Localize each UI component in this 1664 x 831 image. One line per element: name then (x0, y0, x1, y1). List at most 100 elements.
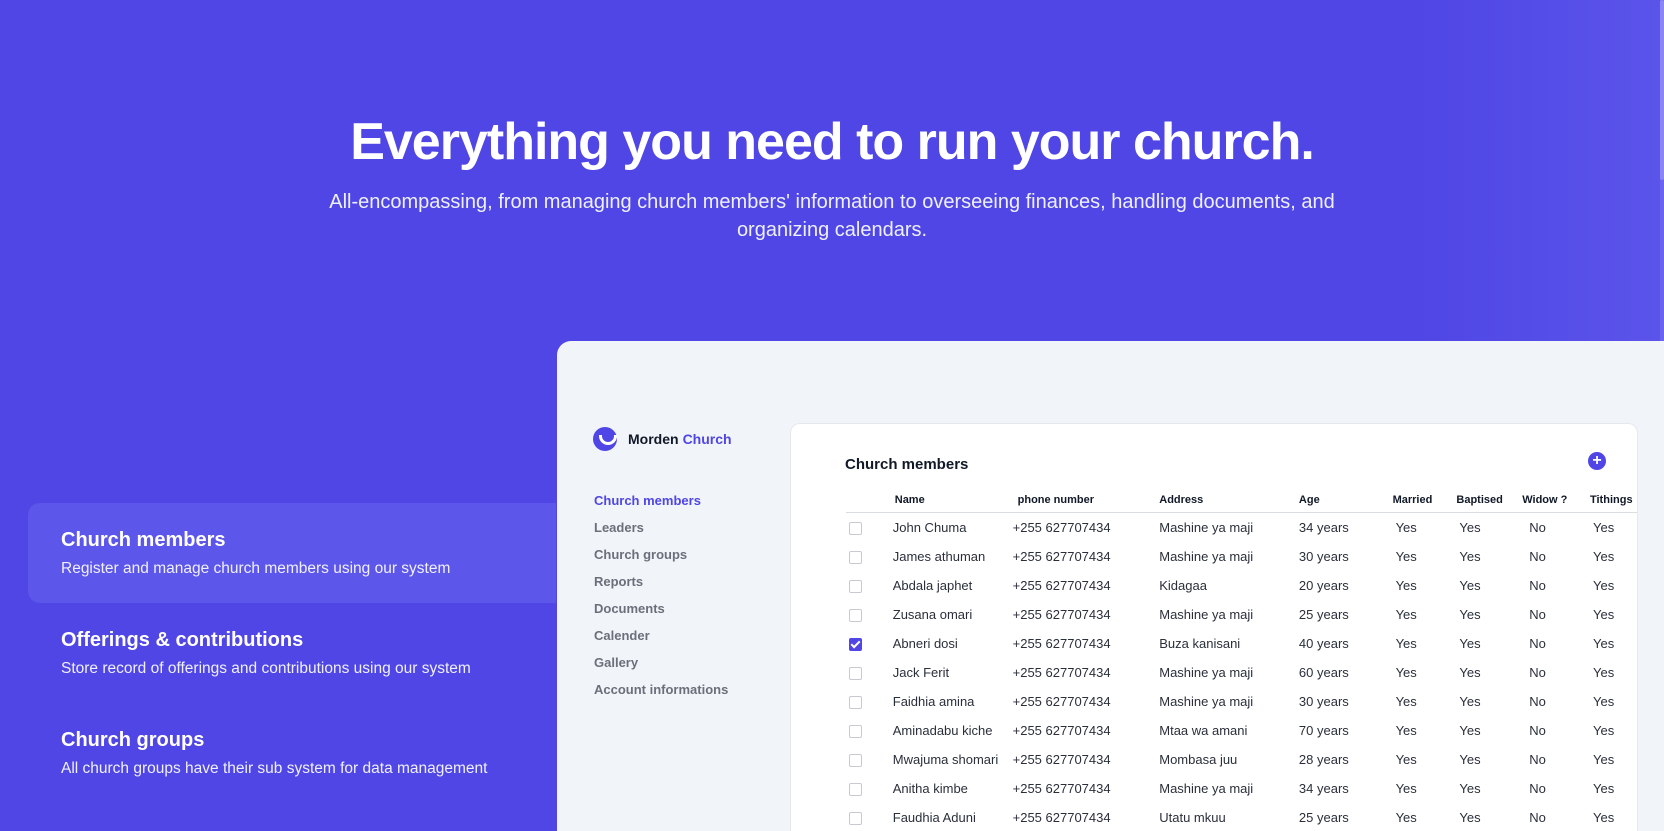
header-age[interactable]: Age (1294, 488, 1393, 513)
table-row[interactable]: Mwajuma shomari +255 627707434 Mombasa juu… (846, 745, 1637, 774)
logo-text: Morden Church (628, 431, 732, 447)
cell-address: Mombasa juu (1159, 752, 1238, 767)
hero-title: Everything you need to run your church. (350, 113, 1315, 171)
cell-baptised: Yes (1459, 752, 1481, 767)
card-title: Church members (845, 456, 969, 473)
sidebar-item-leaders[interactable]: Leaders (594, 520, 728, 547)
cell-age: 34 years (1298, 781, 1349, 796)
church-logo-icon (593, 427, 617, 451)
sidebar-item-church-members[interactable]: Church members (594, 493, 728, 520)
sidebar-item-reports[interactable]: Reports (594, 574, 728, 601)
cell-select (846, 716, 893, 745)
cell-phone: +255 627707434 (1012, 810, 1111, 825)
sidebar-item-calender[interactable]: Calender (594, 628, 728, 655)
cell-name: James athuman (892, 549, 986, 564)
cell-tithings: Yes (1592, 549, 1615, 564)
feature-church-groups[interactable]: Church groups All church groups have the… (28, 703, 556, 803)
app-logo[interactable]: Morden Church (593, 427, 732, 451)
feature-description: Store record of offerings and contributi… (61, 660, 471, 677)
feature-title: Church groups (61, 729, 205, 751)
cell-widow: No (1529, 723, 1546, 738)
table-row[interactable]: Faudhia Aduni +255 627707434 Utatu mkuu 25 … (846, 803, 1637, 831)
feature-title: Church members (61, 529, 226, 551)
header-select (846, 488, 893, 513)
cell-married: Yes (1395, 549, 1417, 564)
row-checkbox[interactable] (849, 580, 862, 594)
cell-tithings: Yes (1592, 578, 1615, 593)
cell-name: Faidhia amina (892, 694, 975, 709)
feature-description: Register and manage church members using… (61, 560, 451, 577)
cell-age: 25 years (1298, 607, 1349, 622)
row-checkbox[interactable] (849, 783, 862, 797)
row-checkbox[interactable] (849, 609, 862, 623)
cell-phone: +255 627707434 (1012, 549, 1111, 564)
cell-phone: +255 627707434 (1012, 607, 1111, 622)
cell-select (846, 629, 893, 658)
header-phone[interactable]: phone number (1012, 488, 1160, 513)
sidebar-item-gallery[interactable]: Gallery (594, 655, 728, 682)
cell-address: Mashine ya maji (1159, 781, 1254, 796)
sidebar-item-account-informations[interactable]: Account informations (594, 682, 728, 709)
row-checkbox[interactable] (849, 725, 862, 739)
cell-address: Mashine ya maji (1159, 665, 1254, 680)
cell-baptised: Yes (1459, 810, 1481, 825)
header-baptised[interactable]: Baptised (1456, 488, 1523, 513)
cell-tithings: Yes (1592, 781, 1615, 796)
app-preview: Morden Church Church members Leaders Chur… (557, 341, 1664, 831)
row-checkbox[interactable] (849, 667, 862, 681)
cell-tithings: Yes (1592, 694, 1615, 709)
feature-description: All church groups have their sub system … (61, 760, 488, 777)
table-header-row: Name phone number Address Age Married Ba… (846, 488, 1637, 513)
row-checkbox[interactable] (849, 551, 862, 565)
cell-name: Abneri dosi (892, 636, 958, 651)
add-member-button[interactable]: + (1588, 452, 1606, 470)
header-tithings[interactable]: Tithings (1589, 488, 1637, 513)
cell-phone: +255 627707434 (1012, 781, 1111, 796)
cell-baptised: Yes (1459, 781, 1481, 796)
table-row[interactable]: Faidhia amina +255 627707434 Mashine ya ma… (846, 687, 1637, 716)
table-row[interactable]: James athuman +255 627707434 Mashine ya ma… (846, 542, 1637, 571)
header-name[interactable]: Name (892, 488, 1013, 513)
cell-address: Mtaa wa amani (1159, 723, 1248, 738)
cell-widow: No (1529, 520, 1546, 535)
row-checkbox[interactable] (849, 638, 862, 652)
table-row[interactable]: Zusana omari +255 627707434 Mashine ya maj… (846, 600, 1637, 629)
cell-phone: +255 627707434 (1012, 723, 1111, 738)
cell-age: 25 years (1298, 810, 1349, 825)
cell-widow: No (1529, 549, 1546, 564)
table-row[interactable]: Abneri dosi +255 627707434 Buza kanisani 40… (846, 629, 1637, 658)
header-married[interactable]: Married (1392, 488, 1457, 513)
sidebar-item-documents[interactable]: Documents (594, 601, 728, 628)
cell-select (846, 571, 893, 600)
table-row[interactable]: Abdala japhet +255 627707434 Kidagaa 20 yea… (846, 571, 1637, 600)
cell-select (846, 513, 893, 543)
cell-widow: No (1529, 752, 1546, 767)
cell-name: John Chuma (892, 520, 967, 535)
table-row[interactable]: Jack Ferit +255 627707434 Mashine ya maji 6… (846, 658, 1637, 687)
cell-phone: +255 627707434 (1012, 520, 1111, 535)
row-checkbox[interactable] (849, 522, 862, 536)
cell-married: Yes (1395, 810, 1417, 825)
cell-age: 34 years (1298, 520, 1349, 535)
cell-name: Mwajuma shomari (892, 752, 999, 767)
row-checkbox[interactable] (849, 812, 862, 826)
cell-widow: No (1529, 607, 1546, 622)
row-checkbox[interactable] (849, 696, 862, 710)
cell-tithings: Yes (1592, 520, 1615, 535)
cell-baptised: Yes (1459, 665, 1481, 680)
table-row[interactable]: John Chuma +255 627707434 Mashine ya maji 3… (846, 513, 1637, 543)
cell-name: Zusana omari (892, 607, 973, 622)
header-widow[interactable]: Widow ? (1522, 488, 1590, 513)
logo-text-church: Church (682, 431, 732, 447)
cell-married: Yes (1395, 636, 1417, 651)
cell-tithings: Yes (1592, 665, 1615, 680)
table-row[interactable]: Anitha kimbe +255 627707434 Mashine ya maj… (846, 774, 1637, 803)
cell-married: Yes (1395, 752, 1417, 767)
header-address[interactable]: Address (1159, 488, 1295, 513)
cell-widow: No (1529, 665, 1546, 680)
feature-offerings[interactable]: Offerings & contributions Store record o… (28, 603, 556, 703)
sidebar-item-church-groups[interactable]: Church groups (594, 547, 728, 574)
row-checkbox[interactable] (849, 754, 862, 768)
feature-church-members[interactable]: Church members Register and manage churc… (28, 503, 556, 603)
table-row[interactable]: Aminadabu kiche +255 627707434 Mtaa wa ama… (846, 716, 1637, 745)
